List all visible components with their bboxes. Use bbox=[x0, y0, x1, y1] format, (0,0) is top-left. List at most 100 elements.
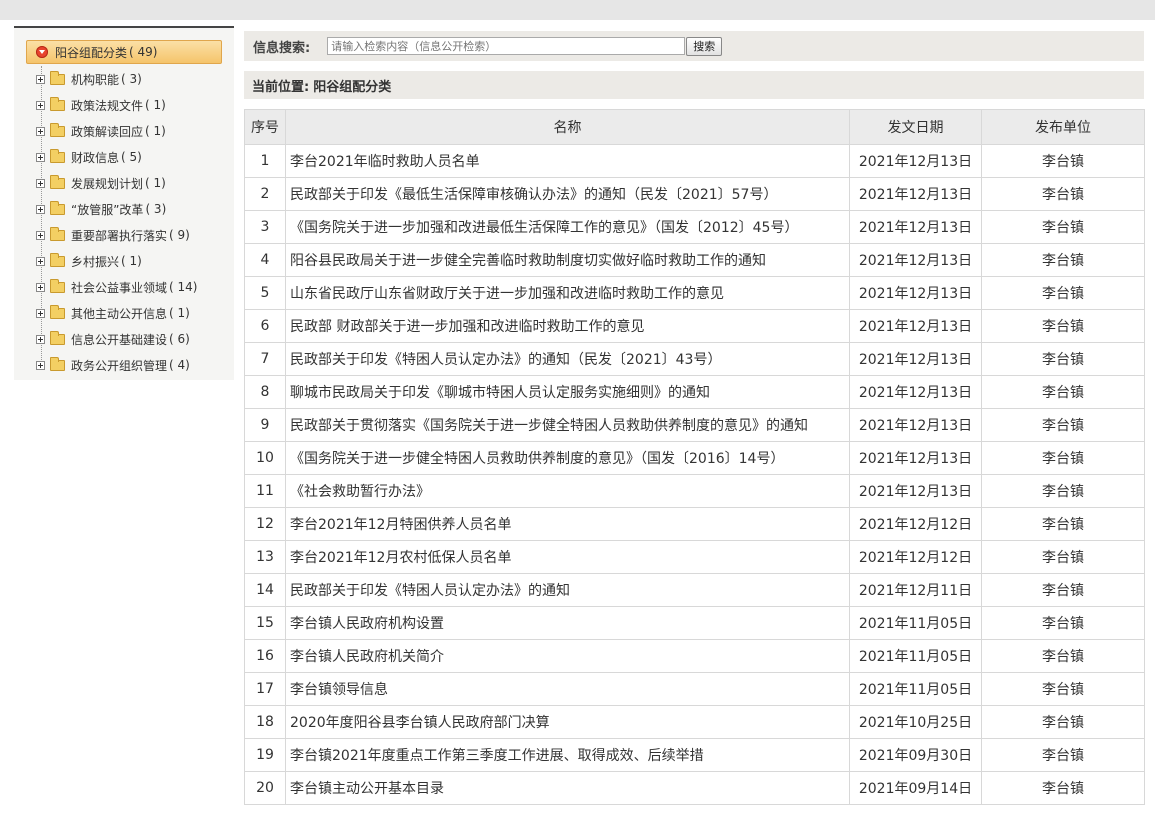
row-title-link[interactable]: 民政部关于贯彻落实《国务院关于进一步健全特困人员救助供养制度的意见》的通知 bbox=[285, 408, 850, 442]
row-unit: 李台镇 bbox=[981, 738, 1145, 772]
row-unit: 李台镇 bbox=[981, 342, 1145, 376]
row-title-link[interactable]: 李台镇2021年度重点工作第三季度工作进展、取得成效、后续举措 bbox=[285, 738, 850, 772]
table-row: 4 阳谷县民政局关于进一步健全完善临时救助制度切实做好临时救助工作的通知 2021年… bbox=[244, 243, 1145, 277]
plus-box-icon[interactable] bbox=[36, 360, 45, 370]
tree-item[interactable]: 社会公益事业领域( 14) bbox=[36, 277, 197, 297]
tree-item-label: 政策法规文件 bbox=[71, 98, 144, 113]
row-title-link[interactable]: 民政部关于印发《特困人员认定办法》的通知 bbox=[285, 573, 850, 607]
row-date: 2021年09月30日 bbox=[849, 738, 982, 772]
plus-box-icon[interactable] bbox=[36, 256, 45, 266]
row-title-link[interactable]: 《国务院关于进一步健全特困人员救助供养制度的意见》（国发〔2016〕14号） bbox=[285, 441, 850, 475]
tree-item-label: 政策解读回应 bbox=[71, 124, 144, 139]
folder-icon bbox=[50, 330, 65, 345]
tree-item[interactable]: 机构职能( 3) bbox=[36, 69, 142, 89]
row-title-link[interactable]: 李台2021年临时救助人员名单 bbox=[285, 144, 850, 178]
folder-icon bbox=[50, 96, 65, 111]
search-button[interactable]: 搜索 bbox=[686, 36, 723, 56]
tree-item-label: 社会公益事业领域 bbox=[71, 280, 168, 295]
row-title-link[interactable]: 2020年度阳谷县李台镇人民政府部门决算 bbox=[285, 705, 850, 739]
table-header-row: 序号 名称 发文日期 发布单位 bbox=[244, 109, 1145, 145]
row-title-link[interactable]: 李台镇主动公开基本目录 bbox=[285, 771, 850, 805]
tree-item[interactable]: 政策法规文件( 1) bbox=[36, 95, 166, 115]
tree-item-count: ( 1) bbox=[169, 306, 190, 320]
row-unit: 李台镇 bbox=[981, 507, 1145, 541]
row-date: 2021年09月14日 bbox=[849, 771, 982, 805]
header-index: 序号 bbox=[244, 109, 286, 145]
tree-item[interactable]: 信息公开基础建设( 6) bbox=[36, 329, 190, 349]
plus-box-icon[interactable] bbox=[36, 334, 45, 344]
row-title-link[interactable]: 李台镇人民政府机关简介 bbox=[285, 639, 850, 673]
row-title-link[interactable]: 山东省民政厅山东省财政厅关于进一步加强和改进临时救助工作的意见 bbox=[285, 276, 850, 310]
row-title-link[interactable]: 民政部 财政部关于进一步加强和改进临时救助工作的意见 bbox=[285, 309, 850, 343]
row-title-link[interactable]: 李台镇人民政府机构设置 bbox=[285, 606, 850, 640]
folder-icon bbox=[50, 304, 65, 319]
row-title-link[interactable]: 民政部关于印发《特困人员认定办法》的通知（民发〔2021〕43号） bbox=[285, 342, 850, 376]
row-title-link[interactable]: 阳谷县民政局关于进一步健全完善临时救助制度切实做好临时救助工作的通知 bbox=[285, 243, 850, 277]
row-unit: 李台镇 bbox=[981, 639, 1145, 673]
tree-item-label: 重要部署执行落实 bbox=[71, 228, 168, 243]
row-title-link[interactable]: 聊城市民政局关于印发《聊城市特困人员认定服务实施细则》的通知 bbox=[285, 375, 850, 409]
header-date: 发文日期 bbox=[849, 109, 982, 145]
tree-item[interactable]: 重要部署执行落实( 9) bbox=[36, 225, 190, 245]
plus-box-icon[interactable] bbox=[36, 204, 45, 214]
plus-box-icon[interactable] bbox=[36, 282, 45, 292]
row-unit: 李台镇 bbox=[981, 474, 1145, 508]
row-unit: 李台镇 bbox=[981, 573, 1145, 607]
row-index: 16 bbox=[244, 639, 286, 673]
search-input[interactable] bbox=[327, 37, 686, 55]
tree-item-label: 财政信息 bbox=[71, 150, 120, 165]
folder-icon bbox=[50, 278, 65, 293]
row-unit: 李台镇 bbox=[981, 672, 1145, 706]
table-row: 19 李台镇2021年度重点工作第三季度工作进展、取得成效、后续举措 2021年09… bbox=[244, 738, 1145, 772]
tree-item[interactable]: 政务公开组织管理( 4) bbox=[36, 355, 190, 375]
tree-item[interactable]: “放管服”改革( 3) bbox=[36, 199, 166, 219]
tree-item[interactable]: 发展规划计划( 1) bbox=[36, 173, 166, 193]
plus-box-icon[interactable] bbox=[36, 74, 45, 84]
tree-item-count: ( 1) bbox=[121, 254, 142, 268]
plus-box-icon[interactable] bbox=[36, 126, 45, 136]
plus-box-icon[interactable] bbox=[36, 100, 45, 110]
row-index: 4 bbox=[244, 243, 286, 277]
row-unit: 李台镇 bbox=[981, 177, 1145, 211]
table-row: 20 李台镇主动公开基本目录 2021年09月14日 李台镇 bbox=[244, 771, 1145, 805]
row-title-link[interactable]: 李台2021年12月农村低保人员名单 bbox=[285, 540, 850, 574]
row-date: 2021年10月25日 bbox=[849, 705, 982, 739]
tree-item[interactable]: 其他主动公开信息( 1) bbox=[36, 303, 190, 323]
row-date: 2021年11月05日 bbox=[849, 639, 982, 673]
collapse-arrow-icon[interactable] bbox=[36, 46, 48, 58]
row-title-link[interactable]: 《社会救助暂行办法》 bbox=[285, 474, 850, 508]
breadcrumb-current: 阳谷组配分类 bbox=[313, 79, 392, 95]
row-date: 2021年12月13日 bbox=[849, 441, 982, 475]
document-table: 序号 名称 发文日期 发布单位 1 李台2021年临时救助人员名单 2021年12月… bbox=[244, 109, 1145, 805]
row-index: 12 bbox=[244, 507, 286, 541]
tree-item-count: ( 4) bbox=[169, 358, 190, 372]
row-unit: 李台镇 bbox=[981, 705, 1145, 739]
tree-item-count: ( 3) bbox=[145, 202, 167, 216]
tree-item[interactable]: 政策解读回应( 1) bbox=[36, 121, 166, 141]
table-row: 2 民政部关于印发《最低生活保障审核确认办法》的通知（民发〔2021〕57号） 20… bbox=[244, 177, 1145, 211]
row-date: 2021年12月13日 bbox=[849, 177, 982, 211]
tree-item-count: ( 6) bbox=[169, 332, 190, 346]
row-date: 2021年12月13日 bbox=[849, 342, 982, 376]
tree-root-node[interactable]: 阳谷组配分类 ( 49) bbox=[26, 40, 222, 64]
plus-box-icon[interactable] bbox=[36, 230, 45, 240]
row-title-link[interactable]: 李台镇领导信息 bbox=[285, 672, 850, 706]
table-row: 1 李台2021年临时救助人员名单 2021年12月13日 李台镇 bbox=[244, 144, 1145, 178]
row-date: 2021年12月13日 bbox=[849, 375, 982, 409]
row-title-link[interactable]: 《国务院关于进一步加强和改进最低生活保障工作的意见》（国发〔2012〕45号） bbox=[285, 210, 850, 244]
row-title-link[interactable]: 李台2021年12月特困供养人员名单 bbox=[285, 507, 850, 541]
tree-item-label: 政务公开组织管理 bbox=[71, 358, 168, 373]
row-title-link[interactable]: 民政部关于印发《最低生活保障审核确认办法》的通知（民发〔2021〕57号） bbox=[285, 177, 850, 211]
header-unit: 发布单位 bbox=[981, 109, 1145, 145]
plus-box-icon[interactable] bbox=[36, 152, 45, 162]
category-sidebar: 阳谷组配分类 ( 49) 机构职能( 3) 政策法规文件( 1) 政策解读回应( 1… bbox=[14, 26, 234, 380]
table-row: 7 民政部关于印发《特困人员认定办法》的通知（民发〔2021〕43号） 2021年1… bbox=[244, 342, 1145, 376]
row-index: 2 bbox=[244, 177, 286, 211]
plus-box-icon[interactable] bbox=[36, 308, 45, 318]
row-date: 2021年12月13日 bbox=[849, 210, 982, 244]
tree-item-label: 机构职能 bbox=[71, 72, 120, 87]
row-unit: 李台镇 bbox=[981, 606, 1145, 640]
tree-item[interactable]: 乡村振兴( 1) bbox=[36, 251, 142, 271]
tree-item[interactable]: 财政信息( 5) bbox=[36, 147, 142, 167]
plus-box-icon[interactable] bbox=[36, 178, 45, 188]
